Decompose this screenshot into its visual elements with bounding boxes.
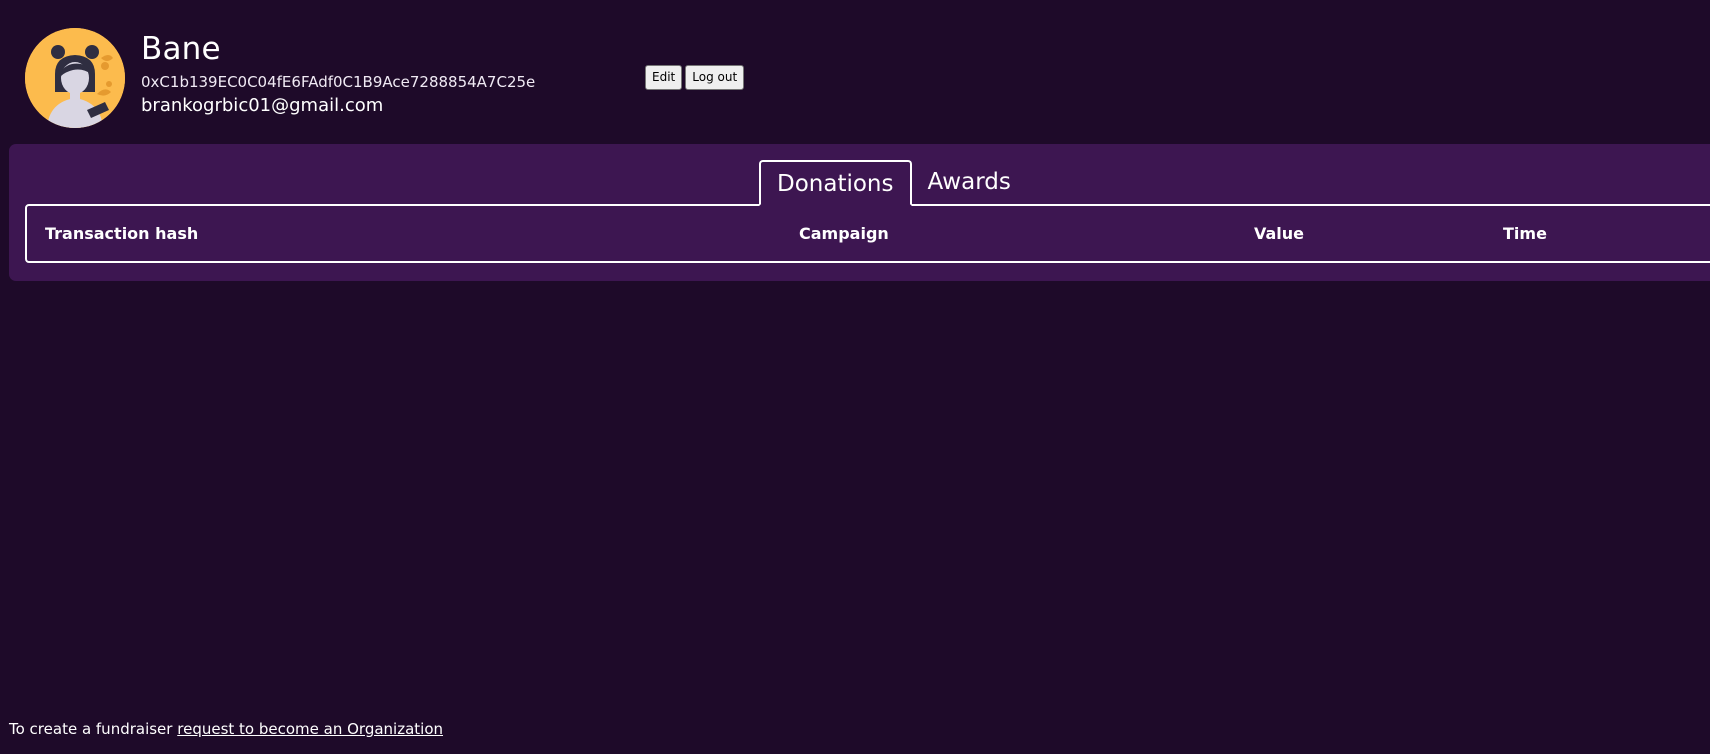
- column-header-campaign: Campaign: [799, 224, 889, 243]
- wallet-address: 0xC1b139EC0C04fE6FAdf0C1B9Ace7288854A7C2…: [141, 73, 536, 91]
- column-header-value: Value: [1254, 224, 1305, 243]
- avatar-illustration-icon: [25, 28, 125, 128]
- donations-table: Transaction hash Campaign Value Time: [25, 204, 1710, 263]
- user-info: Bane 0xC1b139EC0C04fE6FAdf0C1B9Ace728885…: [141, 30, 535, 118]
- user-name: Bane: [141, 31, 221, 67]
- tab-bar: Donations Awards: [759, 160, 1027, 206]
- avatar: [25, 28, 125, 128]
- tab-donations[interactable]: Donations: [759, 160, 912, 206]
- profile-actions: Edit Log out: [645, 65, 745, 90]
- footer-prefix: To create a fundraiser: [9, 720, 173, 738]
- tab-awards[interactable]: Awards: [912, 162, 1027, 204]
- history-panel: Donations Awards Transaction hash Campai…: [9, 144, 1710, 281]
- user-email: brankogrbic01@gmail.com: [141, 95, 384, 116]
- edit-button[interactable]: Edit: [645, 65, 683, 90]
- column-header-time: Time: [1503, 224, 1547, 243]
- column-header-transaction-hash: Transaction hash: [45, 224, 199, 243]
- become-organization-link[interactable]: request to become an Organization: [177, 720, 443, 738]
- logout-button[interactable]: Log out: [685, 65, 745, 90]
- footer-note: To create a fundraiser request to become…: [9, 719, 443, 739]
